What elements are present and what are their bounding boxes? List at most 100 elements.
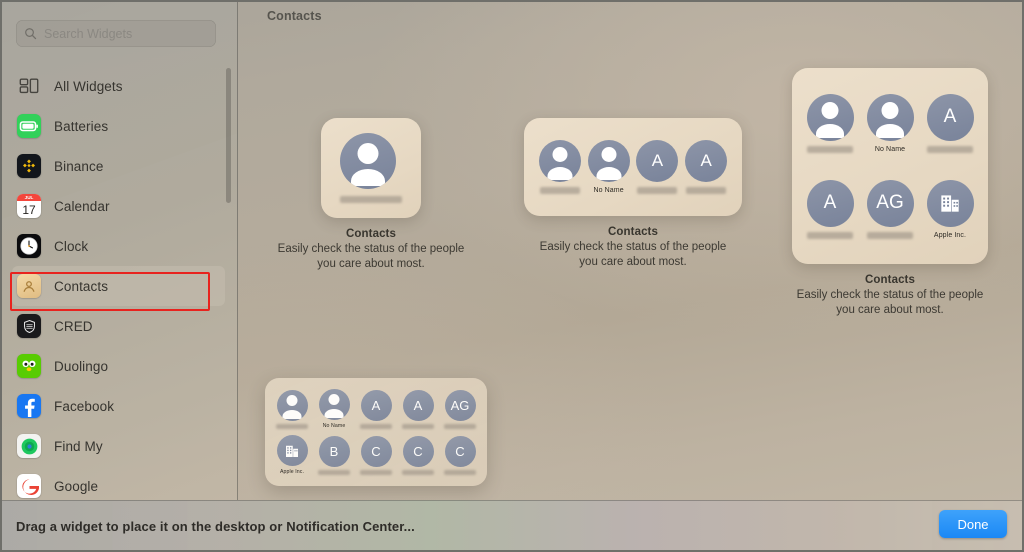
avatar — [276, 389, 308, 421]
contact-cell: A — [802, 179, 858, 239]
sidebar-item-facebook[interactable]: Facebook — [0, 386, 237, 426]
sidebar-item-binance[interactable]: Binance — [0, 146, 237, 186]
avatar-initials: A — [402, 389, 434, 421]
contact-name-redacted — [867, 231, 913, 239]
contact-name: No Name — [874, 145, 906, 153]
building-icon — [286, 445, 298, 457]
search-icon — [25, 28, 37, 40]
contact-name-redacted — [807, 231, 853, 239]
widget-preview-small[interactable]: Contacts Easily check the status of the … — [271, 118, 471, 272]
search-field[interactable] — [16, 20, 216, 47]
page-title: Contacts — [267, 9, 322, 23]
avatar-initials: AG — [866, 179, 914, 227]
contact-cell: No Name — [862, 93, 918, 153]
sidebar-item-label: Clock — [54, 238, 89, 254]
binance-icon — [17, 154, 41, 178]
widget-description: Easily check the status of the people yo… — [796, 289, 984, 316]
contact-name-redacted — [340, 196, 402, 203]
contact-name-redacted — [360, 469, 392, 475]
drag-hint-text: Drag a widget to place it on the desktop… — [16, 519, 415, 534]
contact-name-redacted — [927, 145, 973, 153]
all-widgets-icon — [17, 74, 41, 98]
avatar — [866, 93, 914, 141]
search-input[interactable] — [44, 26, 208, 41]
avatar-initials: A — [636, 140, 679, 182]
avatar-initials: A — [926, 93, 974, 141]
sidebar-item-duolingo[interactable]: Duolingo — [0, 346, 237, 386]
contact-cell — [272, 389, 312, 429]
contact-name-redacted — [402, 469, 434, 475]
bottom-bar: Drag a widget to place it on the desktop… — [0, 500, 1024, 552]
contact-name: No Name — [593, 187, 624, 194]
avatar — [806, 93, 854, 141]
contact-cell — [537, 140, 583, 194]
contact-cell: A — [398, 389, 438, 429]
dragged-widget-preview[interactable]: No Name A A AG Apple Inc. B C C C — [265, 378, 487, 486]
widget-card-large[interactable]: No Name A A AG Apple Inc. — [792, 68, 988, 264]
sidebar-item-label: Google — [54, 478, 99, 494]
batteries-icon — [17, 114, 41, 138]
sidebar-item-label: Calendar — [54, 198, 110, 214]
contact-name-redacted — [402, 423, 434, 429]
sidebar-item-contacts[interactable]: Contacts — [12, 266, 225, 306]
widget-card-medium[interactable]: No Name A A — [524, 118, 742, 216]
avatar-initials: AG — [444, 389, 476, 421]
avatar — [538, 140, 581, 182]
done-button[interactable]: Done — [939, 510, 1007, 538]
contacts-icon — [17, 274, 41, 298]
avatar-initials: C — [444, 435, 476, 467]
sidebar-item-find-my[interactable]: Find My — [0, 426, 237, 466]
contact-name-redacted — [318, 469, 350, 475]
sidebar-item-label: Duolingo — [54, 358, 109, 374]
sidebar-item-label: Contacts — [54, 278, 109, 294]
widget-title: Contacts — [345, 228, 396, 240]
facebook-icon — [17, 394, 41, 418]
sidebar-item-google[interactable]: Google — [0, 466, 237, 500]
contact-cell: No Name — [586, 140, 632, 194]
widget-preview-medium[interactable]: No Name A A Contacts Easily check the st… — [524, 118, 742, 270]
sidebar-item-calendar[interactable]: JUL 17 Calendar — [0, 186, 237, 226]
calendar-day-label: 17 — [22, 202, 36, 217]
avatar — [587, 140, 630, 182]
contact-name: Apple Inc. — [933, 231, 967, 239]
person-icon — [277, 390, 308, 421]
widget-card-small[interactable] — [321, 118, 421, 218]
sidebar-scrollbar-thumb[interactable] — [226, 68, 231, 203]
contact-name-redacted — [360, 423, 392, 429]
sidebar-item-clock[interactable]: Clock — [0, 226, 237, 266]
contact-cell: C — [440, 435, 480, 475]
contact-cell — [802, 93, 858, 153]
contact-cell: AG — [862, 179, 918, 239]
contact-cell: A — [922, 93, 978, 153]
contact-cell: No Name — [314, 389, 354, 429]
widget-description: Easily check the status of the people yo… — [277, 243, 465, 270]
avatar-company — [276, 435, 308, 466]
sidebar-item-label: Facebook — [54, 398, 115, 414]
building-icon — [941, 195, 959, 212]
calendar-icon: JUL 17 — [17, 194, 41, 218]
widget-preview-large[interactable]: No Name A A AG Apple Inc. Contacts Easil… — [792, 68, 988, 318]
contact-name: Apple Inc. — [279, 469, 305, 475]
avatar-initials: C — [360, 435, 392, 467]
contact-cell: Apple Inc. — [922, 179, 978, 239]
clock-icon — [17, 234, 41, 258]
contact-name-redacted — [686, 187, 727, 194]
contact-name-redacted — [637, 187, 678, 194]
sidebar-item-all-widgets[interactable]: All Widgets — [0, 66, 237, 106]
duolingo-icon — [17, 354, 41, 378]
widget-title: Contacts — [864, 274, 915, 286]
sidebar-item-cred[interactable]: CRED — [0, 306, 237, 346]
calendar-month-label: JUL — [24, 195, 34, 200]
sidebar-item-label: CRED — [54, 318, 93, 334]
person-icon — [867, 94, 914, 141]
contact-cell: A — [356, 389, 396, 429]
widget-description: Easily check the status of the people yo… — [539, 241, 727, 268]
contact-cell: C — [398, 435, 438, 475]
google-icon — [17, 474, 41, 498]
sidebar-item-label: Binance — [54, 158, 104, 174]
find-my-icon — [17, 434, 41, 458]
contact-name-redacted — [539, 187, 580, 194]
widget-gallery-window: All Widgets Batteries — [0, 0, 1024, 552]
contact-cell: AG — [440, 389, 480, 429]
sidebar-item-batteries[interactable]: Batteries — [0, 106, 237, 146]
